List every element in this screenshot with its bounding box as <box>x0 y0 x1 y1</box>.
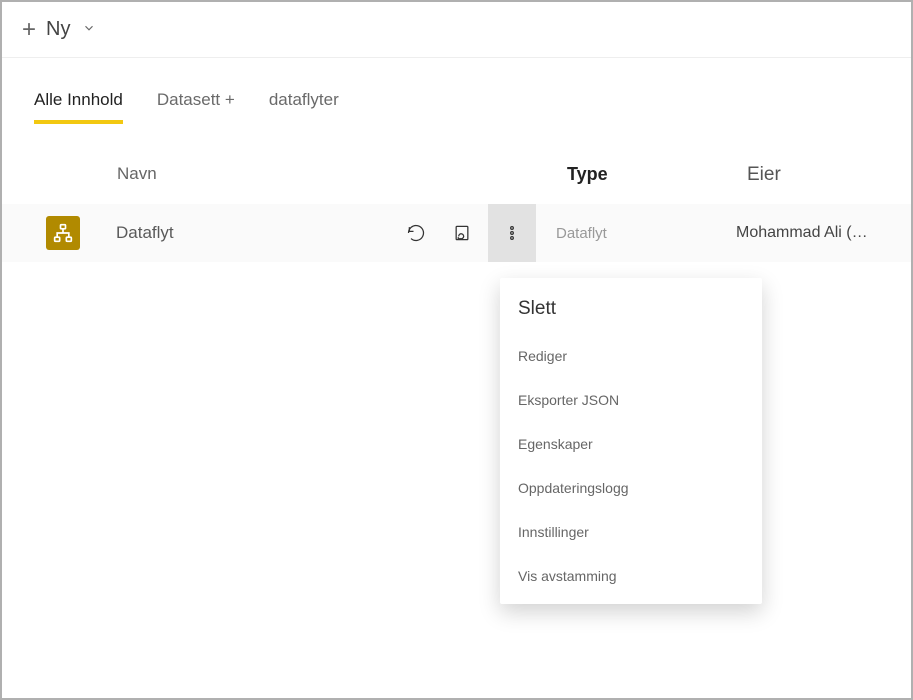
menu-header-delete[interactable]: Slett <box>500 288 762 334</box>
plus-icon: + <box>22 16 36 44</box>
menu-item-view-lineage[interactable]: Vis avstamming <box>500 554 762 598</box>
item-name: Dataflyt <box>116 223 396 243</box>
menu-item-edit[interactable]: Rediger <box>500 334 762 378</box>
chevron-down-icon <box>82 21 96 38</box>
new-button-label: Ny <box>46 18 70 41</box>
tab-dataflows[interactable]: dataflyter <box>269 90 339 120</box>
new-button[interactable]: + Ny <box>16 12 102 48</box>
columns-header: Navn Type Eier <box>2 124 911 204</box>
dataflow-icon <box>46 216 80 250</box>
tabs: Alle Innhold Datasett + dataflyter <box>2 58 911 124</box>
tab-all-content[interactable]: Alle Innhold <box>34 90 123 124</box>
refresh-button[interactable] <box>396 213 436 253</box>
tab-datasets[interactable]: Datasett + <box>157 90 235 120</box>
col-header-owner[interactable]: Eier <box>747 164 879 186</box>
menu-item-properties[interactable]: Egenskaper <box>500 422 762 466</box>
menu-item-refresh-history[interactable]: Oppdateringslogg <box>500 466 762 510</box>
schedule-refresh-button[interactable] <box>442 213 482 253</box>
item-owner: Mohammad Ali (MO... <box>736 224 879 242</box>
col-header-name[interactable]: Navn <box>117 164 567 186</box>
context-menu: Slett Rediger Eksporter JSON Egenskaper … <box>500 278 762 604</box>
more-options-button[interactable] <box>488 204 536 262</box>
table-row[interactable]: Dataflyt Dataflyt Mohammad Ali (MO... <box>2 204 911 262</box>
menu-item-settings[interactable]: Innstillinger <box>500 510 762 554</box>
item-type: Dataflyt <box>556 225 736 242</box>
menu-item-export-json[interactable]: Eksporter JSON <box>500 378 762 422</box>
col-header-type[interactable]: Type <box>567 164 747 186</box>
